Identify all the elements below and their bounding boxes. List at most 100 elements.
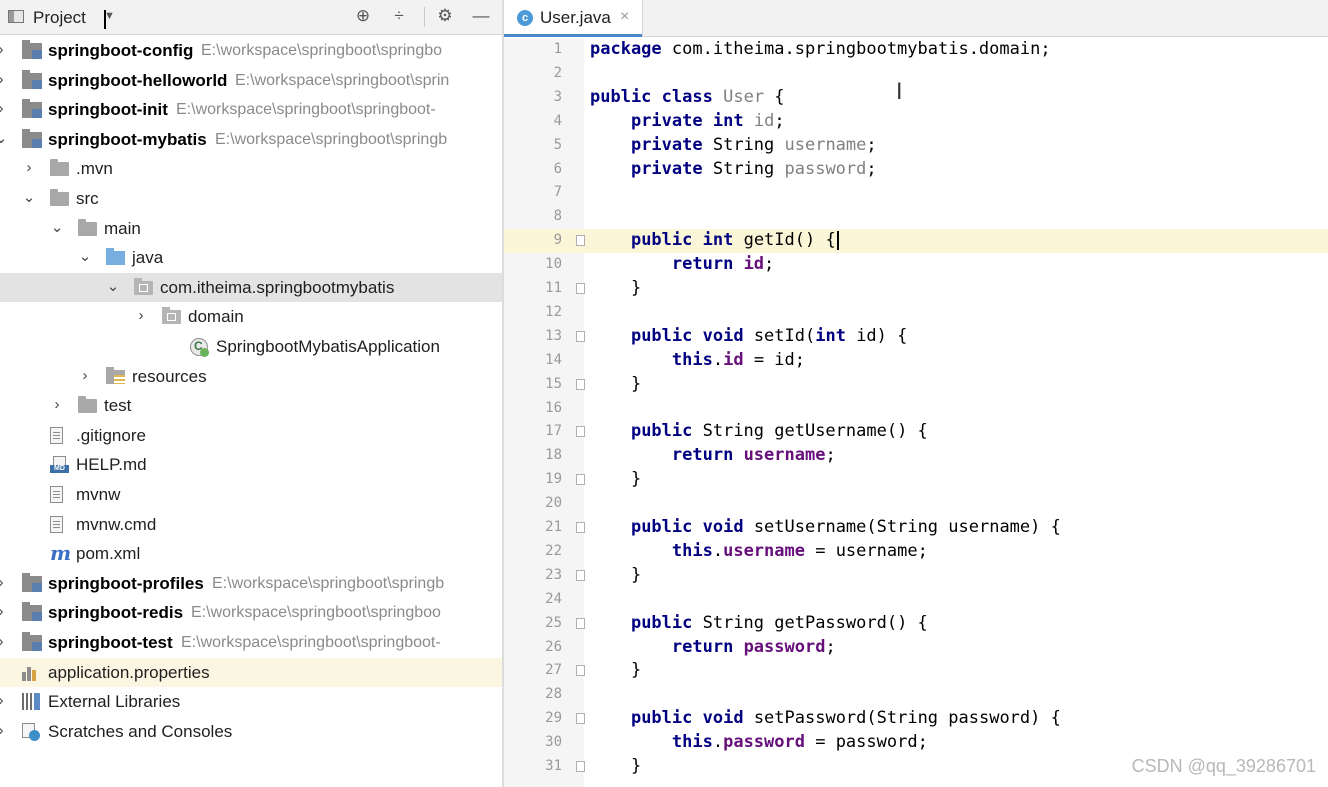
fold-marker-icon[interactable]: [576, 761, 585, 772]
chevron-right-icon[interactable]: ›: [0, 604, 8, 620]
code-line[interactable]: 2: [504, 62, 1328, 86]
code-line[interactable]: 24: [504, 588, 1328, 612]
tree-item[interactable]: › springboot-init E:\workspace\springboot\…: [0, 95, 502, 124]
tree-item[interactable]: ⌄ src: [0, 184, 502, 213]
chevron-right-icon[interactable]: ›: [50, 397, 64, 413]
fold-marker-icon[interactable]: [576, 235, 585, 246]
fold-marker-icon[interactable]: [576, 522, 585, 533]
fold-marker-icon[interactable]: [576, 331, 585, 342]
tree-item[interactable]: › springboot-redis E:\workspace\springboot…: [0, 598, 502, 627]
chevron-right-icon[interactable]: ›: [0, 72, 8, 88]
code-line[interactable]: 12: [504, 301, 1328, 325]
code-line[interactable]: 17 public String getUsername() {: [504, 420, 1328, 444]
project-header: Project ▼ ⊕ ÷ ⚙ —: [0, 0, 502, 35]
chevron-down-icon[interactable]: ⌄: [106, 279, 120, 295]
chevron-down-icon[interactable]: ⌄: [22, 190, 36, 206]
code-line[interactable]: 15 }: [504, 373, 1328, 397]
tree-item[interactable]: ⌄ springboot-mybatis E:\workspace\springbo…: [0, 125, 502, 154]
tree-item[interactable]: › test: [0, 391, 502, 420]
tree-item[interactable]: › Scratches and Consoles: [0, 717, 502, 746]
fold-marker-icon[interactable]: [576, 379, 585, 390]
chevron-right-icon[interactable]: ›: [22, 160, 36, 176]
tree-item[interactable]: MD HELP.md: [0, 450, 502, 479]
fold-marker-icon[interactable]: [576, 713, 585, 724]
tree-item[interactable]: › .mvn: [0, 154, 502, 183]
code-line[interactable]: 5 private String username;: [504, 134, 1328, 158]
tree-item[interactable]: mvnw: [0, 480, 502, 509]
chevron-down-icon[interactable]: ⌄: [78, 249, 92, 265]
gear-icon[interactable]: ⚙: [434, 5, 456, 27]
line-number: 11: [545, 280, 562, 296]
chevron-right-icon[interactable]: ›: [0, 575, 8, 591]
hide-panel-icon[interactable]: —: [470, 5, 492, 27]
fold-marker-icon[interactable]: [576, 426, 585, 437]
chevron-right-icon[interactable]: ›: [0, 634, 8, 650]
chevron-right-icon[interactable]: ›: [78, 368, 92, 384]
fold-marker-icon[interactable]: [576, 618, 585, 629]
chevron-right-icon[interactable]: ›: [134, 308, 148, 324]
tree-item[interactable]: application.properties: [0, 658, 502, 687]
tree-item[interactable]: › springboot-config E:\workspace\springboo…: [0, 36, 502, 65]
tree-item[interactable]: › springboot-profiles E:\workspace\springb…: [0, 569, 502, 598]
tree-item[interactable]: ⌄ com.itheima.springbootmybatis: [0, 273, 502, 302]
text-caret: [836, 230, 839, 250]
chevron-down-icon[interactable]: ▼: [104, 10, 115, 29]
chevron-right-icon[interactable]: ›: [0, 42, 8, 58]
tab-user-java[interactable]: c User.java ×: [504, 0, 643, 37]
code-line[interactable]: 11 }: [504, 277, 1328, 301]
tree-item-label: mvnw.cmd: [76, 515, 157, 534]
code-line[interactable]: 6 private String password;: [504, 158, 1328, 182]
code-line[interactable]: 30 this.password = password;: [504, 731, 1328, 755]
code-line[interactable]: 18 return username;: [504, 444, 1328, 468]
code-line[interactable]: 4 private int id;: [504, 110, 1328, 134]
tree-item[interactable]: .gitignore: [0, 421, 502, 450]
code-line[interactable]: 1 package com.itheima.springbootmybatis.d…: [504, 38, 1328, 62]
fold-marker-icon[interactable]: [576, 283, 585, 294]
close-icon[interactable]: ×: [620, 8, 629, 26]
fold-marker-icon[interactable]: [576, 474, 585, 485]
code-line[interactable]: 9 public int getId() {: [504, 229, 1328, 253]
tree-item[interactable]: › resources: [0, 362, 502, 391]
code-line[interactable]: 14 this.id = id;: [504, 349, 1328, 373]
tree-item[interactable]: mvnw.cmd: [0, 510, 502, 539]
tree-item[interactable]: SpringbootMybatisApplication: [0, 332, 502, 361]
code-line[interactable]: 25 public String getPassword() {: [504, 612, 1328, 636]
code-line[interactable]: 3 public class User {: [504, 86, 1328, 110]
code-line[interactable]: 23 }: [504, 564, 1328, 588]
chevron-right-icon[interactable]: ›: [0, 723, 8, 739]
tree-item[interactable]: › External Libraries: [0, 687, 502, 716]
tree-item[interactable]: m pom.xml: [0, 539, 502, 568]
text-file-icon: [50, 427, 63, 444]
tree-item[interactable]: ⌄ java: [0, 243, 502, 272]
locate-file-icon[interactable]: ⊕: [352, 5, 374, 27]
chevron-right-icon[interactable]: ›: [0, 101, 8, 117]
tree-item-label: HELP.md: [76, 455, 147, 474]
tree-item[interactable]: › springboot-test E:\workspace\springboot\…: [0, 628, 502, 657]
fold-marker-icon[interactable]: [576, 665, 585, 676]
code-line[interactable]: 29 public void setPassword(String passwo…: [504, 707, 1328, 731]
code-line[interactable]: 22 this.username = username;: [504, 540, 1328, 564]
tree-item[interactable]: › springboot-helloworld E:\workspace\sprin…: [0, 66, 502, 95]
libraries-icon: [22, 693, 42, 710]
fold-marker-icon[interactable]: [576, 570, 585, 581]
code-line[interactable]: 10 return id;: [504, 253, 1328, 277]
code-line[interactable]: 20: [504, 492, 1328, 516]
code-line[interactable]: 8: [504, 205, 1328, 229]
collapse-all-icon[interactable]: ÷: [388, 5, 410, 27]
chevron-down-icon[interactable]: ⌄: [50, 220, 64, 236]
spring-app-icon: [190, 338, 209, 357]
code-line[interactable]: 28: [504, 683, 1328, 707]
code-line[interactable]: 7: [504, 181, 1328, 205]
code-line[interactable]: 16: [504, 397, 1328, 421]
code-line[interactable]: 19 }: [504, 468, 1328, 492]
code-line[interactable]: 13 public void setId(int id) {: [504, 325, 1328, 349]
code-line[interactable]: 26 return password;: [504, 636, 1328, 660]
tree-item[interactable]: ⌄ main: [0, 214, 502, 243]
project-title[interactable]: Project: [33, 8, 86, 28]
tree-item[interactable]: › domain: [0, 302, 502, 331]
code-line[interactable]: 27 }: [504, 659, 1328, 683]
code-area[interactable]: 1 package com.itheima.springbootmybatis.d…: [504, 38, 1328, 787]
code-line[interactable]: 21 public void setUsername(String userna…: [504, 516, 1328, 540]
chevron-down-icon[interactable]: ⌄: [0, 131, 8, 147]
chevron-right-icon[interactable]: ›: [0, 693, 8, 709]
